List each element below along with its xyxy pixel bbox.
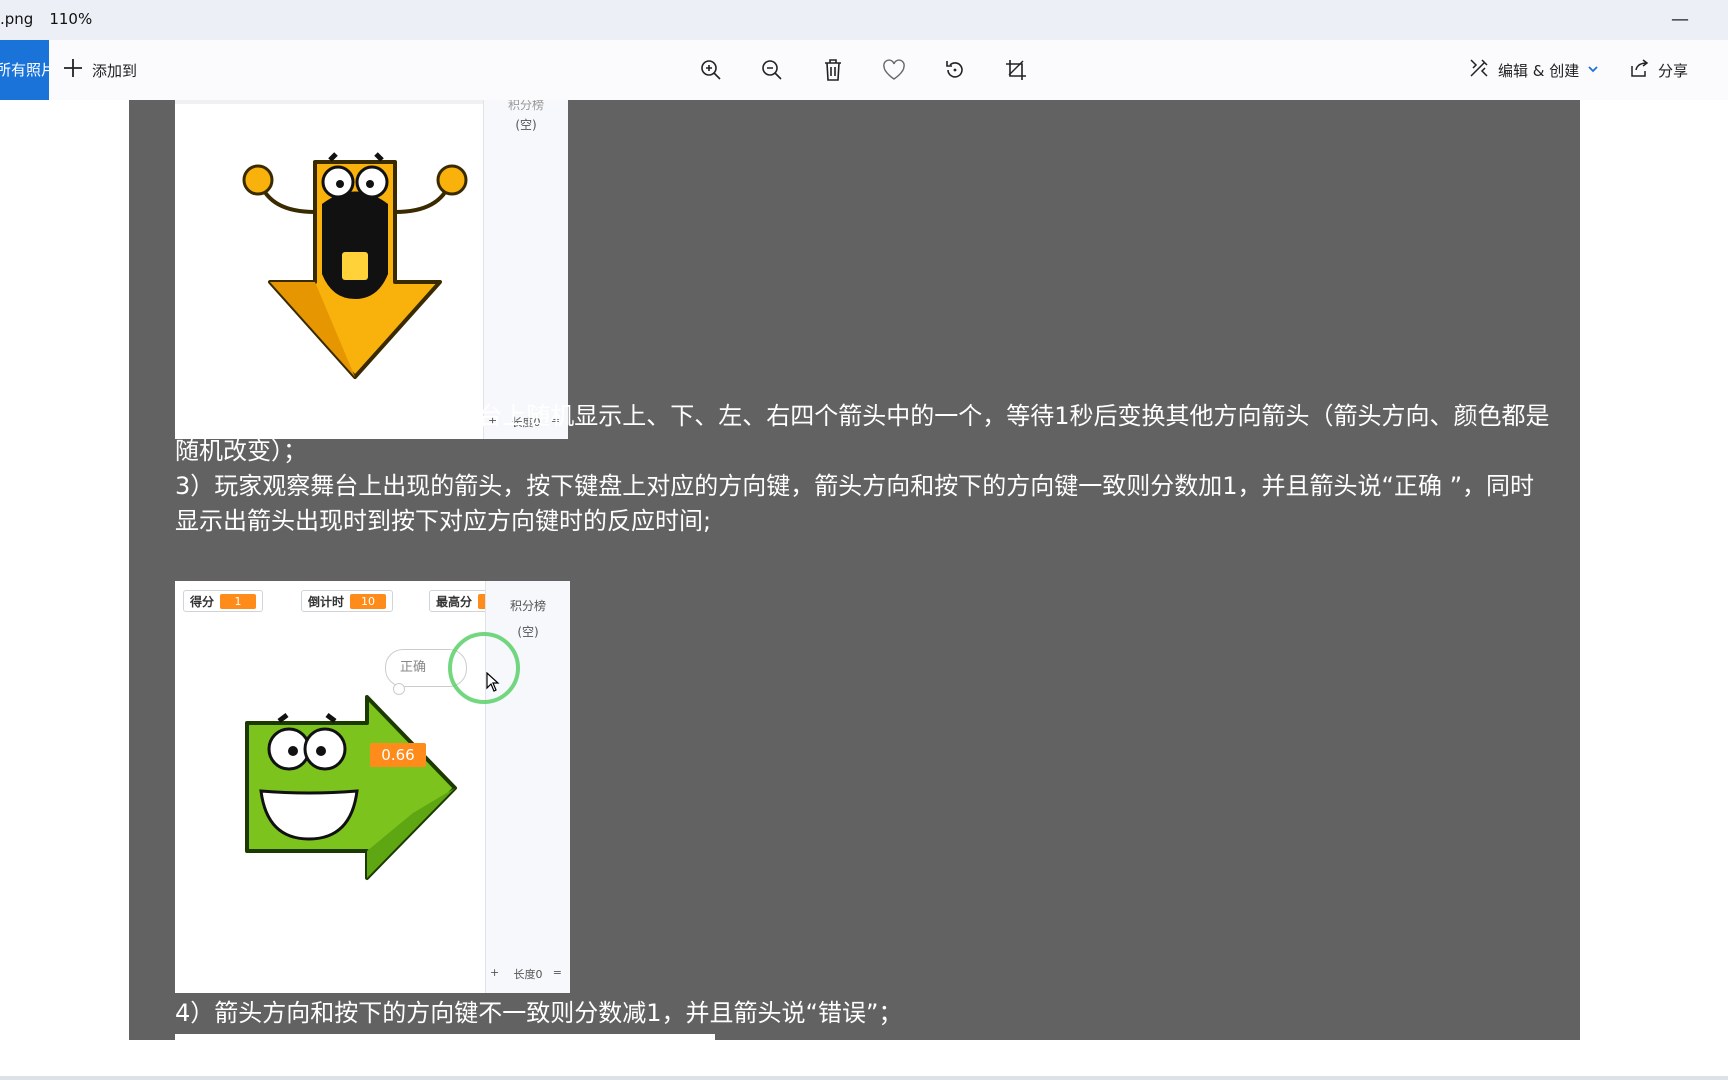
chevron-down-icon	[1587, 61, 1599, 79]
step-2-text: 2）游戏开始倒数计时，在舞台上随机显示上、下、左、右四个箭头中的一个，等待1秒后…	[175, 402, 1550, 465]
rotate-icon[interactable]	[941, 56, 969, 84]
mouse-cursor-icon	[486, 672, 500, 692]
minimize-button[interactable]: —	[1660, 8, 1700, 32]
crop-icon[interactable]	[1002, 56, 1030, 84]
zoom-level: 110%	[49, 10, 93, 28]
score-value: 1	[220, 593, 257, 609]
next-stage-edge	[175, 1034, 715, 1040]
add-to-button[interactable]: 添加到	[62, 54, 137, 86]
share-icon	[1628, 57, 1650, 83]
leaderboard-title: 积分榜	[509, 599, 546, 613]
image-canvas: 积分榜 (空) + 长度0 = 2）游戏开始倒数计时，在舞台上随机显示上、下、左…	[0, 100, 1728, 1080]
title-bar: .png 110% —	[0, 0, 1728, 40]
resize-handle-icon[interactable]: =	[553, 966, 562, 979]
delete-icon[interactable]	[819, 56, 847, 84]
edit-create-button[interactable]: 编辑 & 创建	[1468, 54, 1599, 86]
score-monitor: 得分 1	[183, 590, 264, 612]
countdown-label: 倒计时	[308, 594, 345, 609]
edit-create-label: 编辑 & 创建	[1498, 61, 1580, 80]
toolbar: 所有照片 添加到 编辑 & 创建 分享	[0, 40, 1728, 116]
zoom-out-icon[interactable]	[758, 56, 786, 84]
all-photos-button[interactable]: 所有照片	[0, 40, 49, 100]
bottom-scrollbar[interactable]	[0, 1076, 1728, 1080]
file-name: .png	[0, 10, 34, 28]
share-button[interactable]: 分享	[1628, 54, 1688, 86]
edit-icon	[1468, 57, 1490, 83]
zoom-in-icon[interactable]	[697, 56, 725, 84]
share-label: 分享	[1658, 61, 1689, 80]
favorite-icon[interactable]	[880, 56, 908, 84]
countdown-monitor: 倒计时 10	[301, 590, 394, 612]
highscore-label: 最高分	[436, 594, 473, 609]
reaction-time-display: 0.66	[370, 743, 426, 767]
step-4-text: 4）箭头方向和按下的方向键不一致则分数减1，并且箭头说“错误”；	[175, 999, 903, 1027]
add-to-label: 添加到	[92, 61, 138, 80]
yellow-down-arrow-sprite	[242, 152, 468, 379]
countdown-value: 10	[350, 593, 387, 609]
click-indicator	[448, 632, 520, 704]
leaderboard-title: 积分榜	[507, 100, 544, 112]
plus-icon	[62, 57, 84, 83]
document-image: 积分榜 (空) + 长度0 = 2）游戏开始倒数计时，在舞台上随机显示上、下、左…	[129, 100, 1580, 1040]
score-label: 得分	[190, 594, 215, 609]
step-3-text: 3）玩家观察舞台上出现的箭头，按下键盘上对应的方向键，箭头方向和按下的方向键一致…	[175, 472, 1535, 535]
leaderboard-panel: 积分榜 (空) + 长度0 =	[483, 100, 568, 439]
stage-screenshot-1: 积分榜 (空) + 长度0 =	[175, 100, 568, 439]
window-title: .png 110%	[0, 10, 92, 28]
green-right-arrow-sprite	[245, 695, 457, 880]
leaderboard-empty: (空)	[515, 118, 537, 132]
